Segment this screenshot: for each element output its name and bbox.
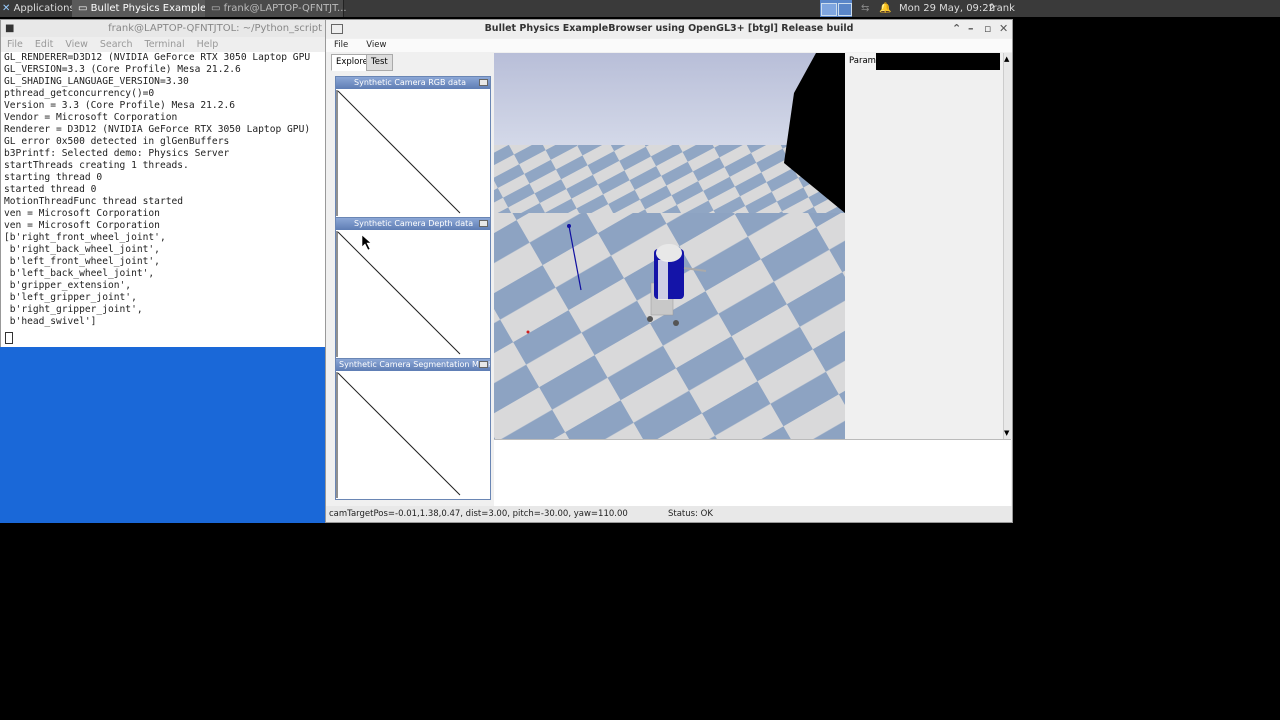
app-window-icon [331, 24, 343, 34]
menu-help[interactable]: Help [191, 37, 225, 52]
top-panel: ✕ Applications ▭ Bullet Physics Example.… [0, 0, 1280, 17]
menu-search[interactable]: Search [94, 37, 139, 52]
terminal-line: b'left_front_wheel_joint', [4, 256, 160, 267]
applications-menu[interactable]: ✕ Applications [2, 0, 75, 17]
status-text: Status: OK [668, 509, 713, 519]
camera-depth-image [336, 231, 461, 357]
tab-test[interactable]: Test [366, 54, 393, 71]
workspace-switcher[interactable] [820, 0, 852, 17]
terminal-titlebar[interactable]: ■ frank@LAPTOP-QFNTJTOL: ~/Python_script [1, 20, 326, 37]
terminal-line: GL error 0x500 detected in glGenBuffers [4, 136, 230, 147]
terminal-line: ven = Microsoft Corporation [4, 208, 160, 219]
network-icon[interactable]: ⇆ [861, 0, 869, 17]
status-bar: camTargetPos=-0.01,1.38,0.47, dist=3.00,… [326, 506, 1012, 522]
scroll-down-icon[interactable]: ▼ [1004, 429, 1009, 437]
collapse-button[interactable] [479, 220, 488, 227]
camera-depth-header[interactable]: Synthetic Camera Depth data [336, 218, 490, 230]
xfce-logo-icon: ✕ [2, 3, 11, 14]
camera-seg-header[interactable]: Synthetic Camera Segmentation Mask [336, 359, 490, 371]
camera-rgb-header[interactable]: Synthetic Camera RGB data [336, 77, 490, 89]
menu-terminal[interactable]: Terminal [139, 37, 191, 52]
terminal-line: pthread_getconcurrency()=0 [4, 88, 155, 99]
workspace-1[interactable] [821, 3, 837, 16]
desktop-background[interactable] [0, 347, 325, 523]
applications-label: Applications [13, 3, 75, 14]
terminal-line: b'head_swivel'] [4, 316, 97, 327]
menu-file[interactable]: File [326, 39, 358, 52]
terminal-line: b'gripper_extension', [4, 280, 132, 291]
axis-marker [567, 224, 571, 228]
log-console[interactable] [494, 439, 1011, 506]
terminal-window-icon: ■ [5, 23, 15, 34]
terminal-line: Vendor = Microsoft Corporation [4, 112, 178, 123]
maximize-button[interactable]: ▫ [984, 20, 991, 38]
red-marker [526, 330, 530, 334]
terminal-line: started thread 0 [4, 184, 97, 195]
clock[interactable]: Mon 29 May, 09:22 [899, 0, 995, 17]
terminal-line: Renderer = D3D12 (NVIDIA GeForce RTX 305… [4, 124, 311, 135]
camera-rgb-panel: Synthetic Camera RGB data [335, 76, 491, 218]
window-icon: ▭ [78, 3, 88, 14]
camera-segmentation-panel: Synthetic Camera Segmentation Mask [335, 358, 491, 500]
shade-button[interactable]: ⌃ [952, 20, 961, 38]
taskbar-label: Bullet Physics Example... [90, 3, 216, 14]
terminal-window: ■ frank@LAPTOP-QFNTJTOL: ~/Python_script… [0, 19, 327, 349]
menu-view[interactable]: View [358, 39, 396, 52]
bullet-menubar: File View [326, 39, 1012, 52]
params-scrollbar[interactable]: ▲ ▼ [1003, 53, 1012, 439]
camera-seg-image [336, 372, 461, 498]
params-label: Params [845, 53, 880, 70]
terminal-line: ven = Microsoft Corporation [4, 220, 160, 231]
taskbar-bullet-window[interactable]: ▭ Bullet Physics Example... [72, 0, 216, 17]
terminal-line: b'left_back_wheel_joint', [4, 268, 155, 279]
terminal-line: GL_VERSION=3.3 (Core Profile) Mesa 21.2.… [4, 64, 241, 75]
terminal-line: startThreads creating 1 threads. [4, 160, 189, 171]
terminal-cursor [5, 332, 13, 344]
collapse-button[interactable] [479, 79, 488, 86]
bullet-title: Bullet Physics ExampleBrowser using Open… [484, 23, 854, 34]
mouse-cursor-icon [361, 234, 372, 251]
user-menu[interactable]: frank [989, 0, 1015, 17]
taskbar-label: frank@LAPTOP-QFNTJT... [223, 3, 347, 14]
terminal-line: b3Printf: Selected demo: Physics Server [4, 148, 230, 159]
terminal-line: GL_SHADING_LANGUAGE_VERSION=3.30 [4, 76, 189, 87]
camera-depth-title: Synthetic Camera Depth data [354, 219, 474, 228]
minimize-button[interactable]: – [968, 20, 974, 38]
workspace-2[interactable] [838, 3, 852, 16]
terminal-icon: ▭ [211, 3, 221, 14]
terminal-line: b'right_gripper_joint', [4, 304, 143, 315]
terminal-output[interactable]: GL_RENDERER=D3D12 (NVIDIA GeForce RTX 30… [1, 52, 326, 328]
bullet-titlebar[interactable]: Bullet Physics ExampleBrowser using Open… [326, 20, 1012, 38]
terminal-line: [b'right_front_wheel_joint', [4, 232, 166, 243]
camera-seg-title: Synthetic Camera Segmentation Mask [339, 360, 490, 369]
camera-rgb-title: Synthetic Camera RGB data [354, 78, 467, 87]
camera-depth-panel: Synthetic Camera Depth data [335, 217, 491, 359]
terminal-line: Version = 3.3 (Core Profile) Mesa 21.2.6 [4, 100, 236, 111]
3d-viewport[interactable] [494, 53, 845, 439]
params-header: Params [845, 53, 1000, 70]
camera-info: camTargetPos=-0.01,1.38,0.47, dist=3.00,… [329, 509, 628, 519]
menu-view[interactable]: View [59, 37, 94, 52]
scroll-up-icon[interactable]: ▲ [1004, 55, 1009, 63]
collapse-button[interactable] [479, 361, 488, 368]
terminal-line: starting thread 0 [4, 172, 103, 183]
scene-render [494, 53, 845, 439]
terminal-title: frank@LAPTOP-QFNTJTOL: ~/Python_script [108, 23, 322, 34]
terminal-line: GL_RENDERER=D3D12 (NVIDIA GeForce RTX 30… [4, 52, 311, 63]
params-panel: Params [845, 53, 1003, 439]
notification-bell-icon[interactable]: 🔔 [879, 0, 891, 17]
menu-edit[interactable]: Edit [29, 37, 59, 52]
terminal-line: MotionThreadFunc thread started [4, 196, 184, 207]
terminal-menubar: File Edit View Search Terminal Help [1, 37, 326, 52]
close-button[interactable]: ✕ [999, 20, 1008, 38]
bullet-window: Bullet Physics ExampleBrowser using Open… [325, 19, 1013, 523]
terminal-line: b'left_gripper_joint', [4, 292, 137, 303]
terminal-line: b'right_back_wheel_joint', [4, 244, 160, 255]
taskbar-terminal-window[interactable]: ▭ frank@LAPTOP-QFNTJT... [205, 0, 347, 17]
camera-rgb-image [336, 90, 461, 216]
menu-file[interactable]: File [1, 37, 29, 52]
